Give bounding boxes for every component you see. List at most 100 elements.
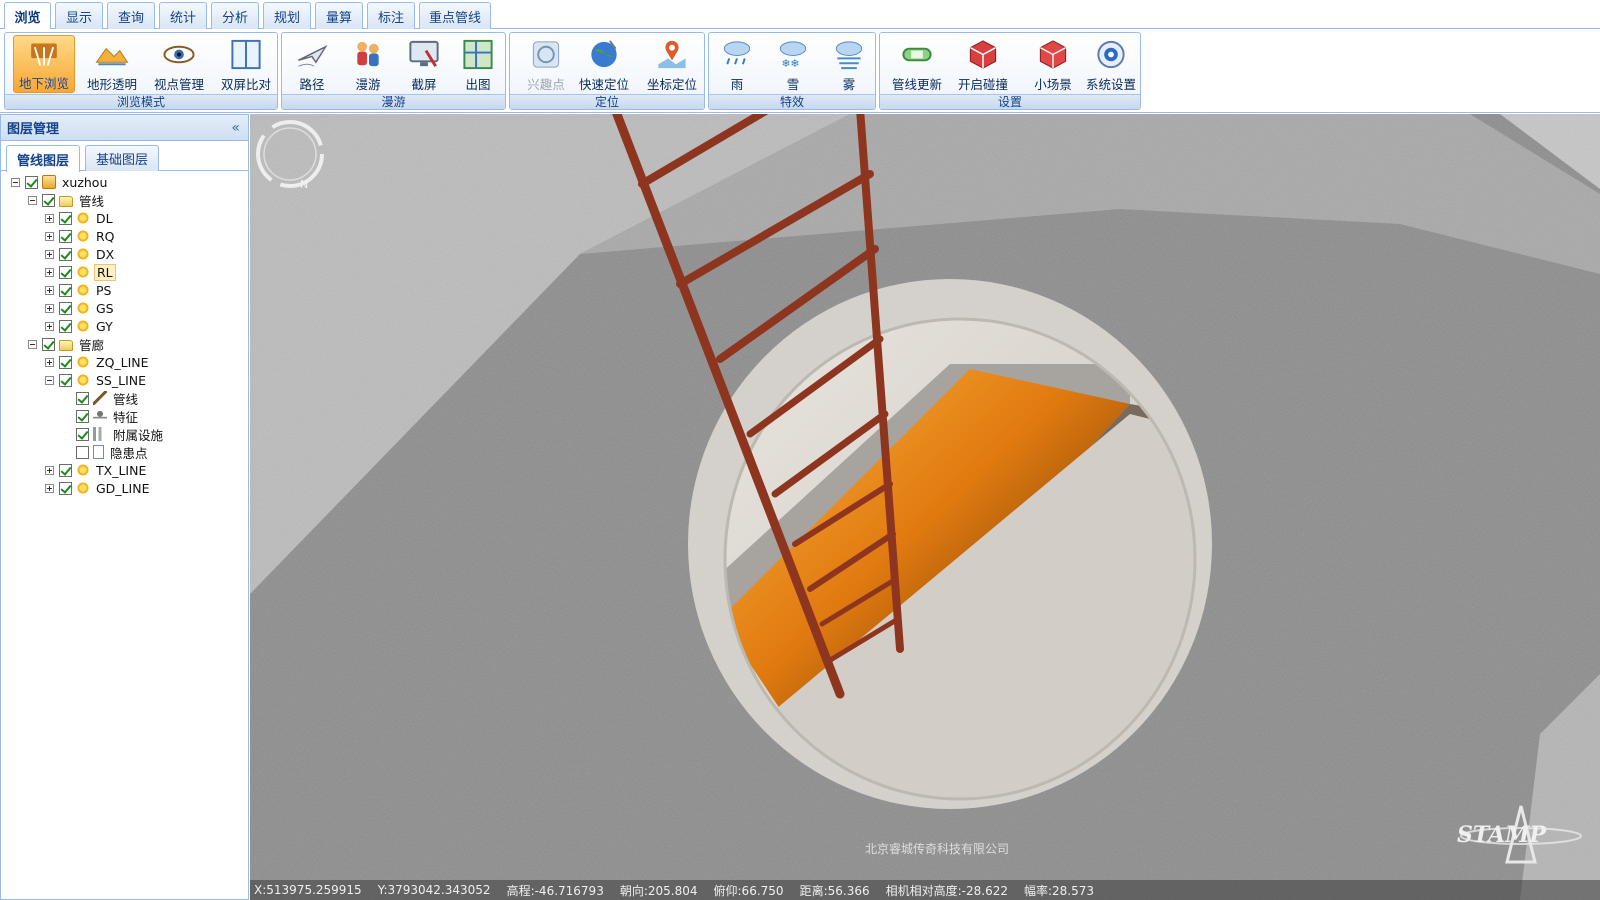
expand-plus-icon[interactable]	[45, 357, 54, 367]
layer-checkbox[interactable]	[59, 265, 72, 279]
tree-node[interactable]: PS	[45, 281, 113, 299]
layer-checkbox[interactable]	[76, 391, 89, 405]
tree-node[interactable]: 管线	[28, 191, 106, 209]
expand-plus-icon[interactable]	[45, 321, 54, 331]
menu-tab-8[interactable]: 重点管线	[419, 2, 491, 29]
expand-plus-icon[interactable]	[45, 213, 54, 223]
ribbon-button-3-1[interactable]: ❄❄ 雪	[771, 35, 815, 93]
tree-node-label[interactable]: 特征	[111, 407, 140, 426]
layer-checkbox[interactable]	[59, 319, 72, 333]
ribbon-button-2-0[interactable]: 兴趣点	[516, 35, 576, 93]
tree-node[interactable]: 隐患点	[62, 443, 150, 461]
layer-checkbox[interactable]	[76, 445, 89, 459]
ribbon-button-4-1[interactable]: 开启碰撞	[952, 35, 1014, 93]
ribbon-button-0-0[interactable]: 地下浏览	[13, 35, 75, 93]
ribbon-button-0-1[interactable]: 地形透明	[81, 35, 143, 93]
ribbon-button-3-2[interactable]: 雾	[827, 35, 871, 93]
tree-node-label[interactable]: 隐患点	[108, 443, 150, 462]
layer-checkbox[interactable]	[59, 229, 72, 243]
collapse-minus-icon[interactable]	[45, 375, 54, 385]
expand-plus-icon[interactable]	[45, 465, 54, 475]
ribbon-button-4-0[interactable]: 管线更新	[886, 35, 948, 93]
ribbon-button-2-2[interactable]: 坐标定位	[642, 35, 702, 93]
tree-node[interactable]: GS	[45, 299, 116, 317]
layer-checkbox[interactable]	[76, 409, 89, 423]
tree-node-label[interactable]: GD_LINE	[94, 481, 151, 496]
tree-node[interactable]: RQ	[45, 227, 117, 245]
tree-node[interactable]: SS_LINE	[45, 371, 148, 389]
ribbon-button-1-2[interactable]: 截屏	[400, 35, 448, 93]
tree-node-label[interactable]: xuzhou	[60, 175, 109, 190]
menu-tab-6[interactable]: 量算	[315, 2, 363, 29]
layer-checkbox[interactable]	[59, 211, 72, 225]
ribbon-button-4-3[interactable]: 系统设置	[1080, 35, 1142, 93]
ribbon-button-2-1[interactable]: 快速定位	[574, 35, 634, 93]
expand-plus-icon[interactable]	[45, 303, 54, 313]
tree-node-label[interactable]: DX	[94, 247, 116, 262]
tree-node[interactable]: GY	[45, 317, 115, 335]
menu-tab-5[interactable]: 规划	[263, 2, 311, 29]
navigation-compass-icon[interactable]: N	[250, 114, 330, 194]
menu-tab-4[interactable]: 分析	[211, 2, 259, 29]
tree-node-label[interactable]: RQ	[94, 229, 117, 244]
layer-checkbox[interactable]	[42, 337, 55, 351]
menu-tab-0[interactable]: 浏览	[4, 2, 51, 30]
tree-node[interactable]: 附属设施	[62, 425, 165, 443]
panel-tab-0[interactable]: 管线图层	[6, 145, 80, 172]
tree-node[interactable]: GD_LINE	[45, 479, 151, 497]
tree-node[interactable]: DX	[45, 245, 116, 263]
tree-node-label[interactable]: SS_LINE	[94, 373, 148, 388]
menu-tab-3[interactable]: 统计	[159, 2, 207, 29]
expand-plus-icon[interactable]	[45, 483, 54, 493]
tree-node-label[interactable]: 附属设施	[111, 425, 165, 444]
tree-node-label[interactable]: ZQ_LINE	[94, 355, 151, 370]
tree-node-label[interactable]: TX_LINE	[94, 463, 148, 478]
3d-viewport[interactable]: N	[250, 114, 1600, 900]
layer-checkbox[interactable]	[25, 175, 38, 189]
ribbon-button-4-2[interactable]: 小场景	[1022, 35, 1084, 93]
ribbon-button-3-0[interactable]: 雨	[715, 35, 759, 93]
tree-node[interactable]: 管线	[62, 389, 140, 407]
tree-node-label[interactable]: GS	[94, 301, 116, 316]
ribbon-button-0-2[interactable]: 视点管理	[148, 35, 210, 93]
layer-checkbox[interactable]	[59, 301, 72, 315]
menu-tab-7[interactable]: 标注	[367, 2, 415, 29]
tree-node-label[interactable]: DL	[94, 211, 115, 226]
expand-plus-icon[interactable]	[45, 285, 54, 295]
ribbon-button-1-0[interactable]: 路径	[288, 35, 336, 93]
layer-checkbox[interactable]	[59, 283, 72, 297]
tree-node-label[interactable]: 管廊	[77, 335, 106, 354]
expand-plus-icon[interactable]	[45, 249, 54, 259]
tree-node[interactable]: DL	[45, 209, 115, 227]
layer-checkbox[interactable]	[76, 427, 89, 441]
expand-plus-icon[interactable]	[45, 267, 54, 277]
collapse-minus-icon[interactable]	[28, 339, 37, 349]
ribbon-button-1-3[interactable]: 出图	[454, 35, 502, 93]
layer-checkbox[interactable]	[42, 193, 55, 207]
tree-node[interactable]: TX_LINE	[45, 461, 148, 479]
tree-node[interactable]: 特征	[62, 407, 140, 425]
ribbon-button-0-3[interactable]: 双屏比对	[215, 35, 277, 93]
tree-node-label[interactable]: RL	[94, 263, 116, 281]
layer-checkbox[interactable]	[59, 247, 72, 261]
tree-node[interactable]: 管廊	[28, 335, 106, 353]
layer-checkbox[interactable]	[59, 355, 72, 369]
menu-tab-2[interactable]: 查询	[107, 2, 155, 29]
collapse-minus-icon[interactable]	[11, 177, 20, 187]
panel-tab-1[interactable]: 基础图层	[85, 145, 159, 171]
tree-node-label[interactable]: GY	[94, 319, 115, 334]
tree-node-label[interactable]: 管线	[111, 389, 140, 408]
tree-node[interactable]: xuzhou	[11, 173, 109, 191]
collapse-left-icon[interactable]: «	[231, 120, 240, 136]
tree-node-label[interactable]: 管线	[77, 191, 106, 210]
collapse-minus-icon[interactable]	[28, 195, 37, 205]
tree-node-label[interactable]: PS	[94, 283, 113, 298]
layer-checkbox[interactable]	[59, 373, 72, 387]
ribbon-button-1-1[interactable]: 漫游	[344, 35, 392, 93]
menu-tab-1[interactable]: 显示	[55, 2, 103, 29]
tree-node[interactable]: ZQ_LINE	[45, 353, 151, 371]
layer-checkbox[interactable]	[59, 463, 72, 477]
layer-checkbox[interactable]	[59, 481, 72, 495]
expand-plus-icon[interactable]	[45, 231, 54, 241]
tree-node[interactable]: RL	[45, 263, 116, 281]
